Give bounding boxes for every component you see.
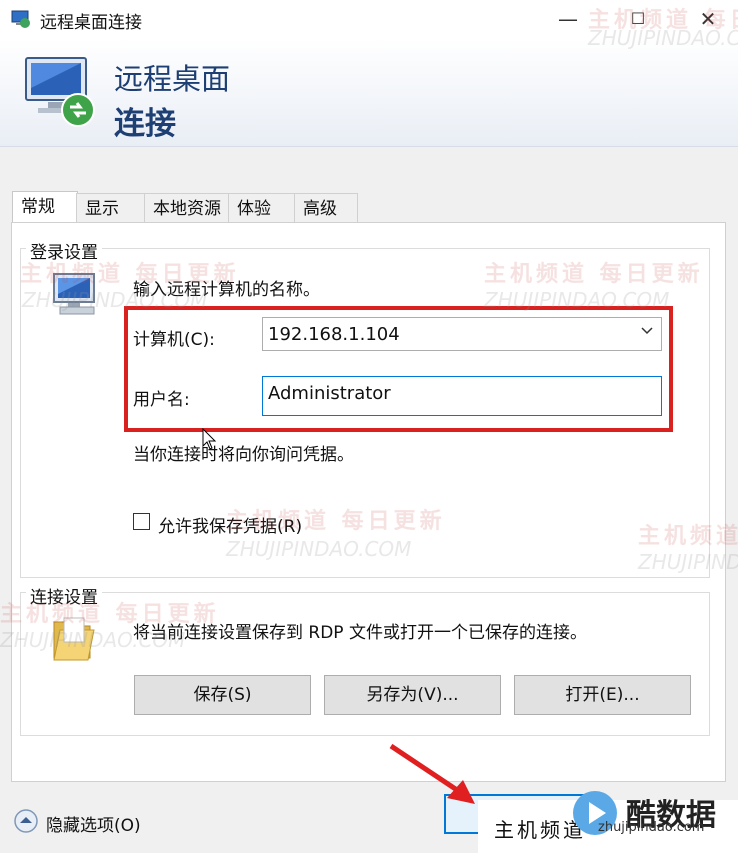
remote-desktop-logo-icon: [22, 52, 102, 137]
connection-settings-title: 连接设置: [26, 583, 102, 608]
hide-options-toggle-icon[interactable]: [13, 808, 39, 839]
open-button[interactable]: 打开(E)...: [514, 675, 691, 715]
minimize-button[interactable]: —: [538, 0, 598, 38]
save-credentials-checkbox[interactable]: [133, 513, 150, 530]
brand-watermark: 主机频道 酷数据 zhujipindao.com: [478, 791, 738, 853]
header-title-line2: 连接: [114, 106, 176, 142]
banner-header: 远程桌面 连接: [0, 38, 738, 147]
tab-advanced[interactable]: 高级: [294, 193, 358, 223]
title-bar: 远程桌面连接 — ☐ ✕: [0, 0, 738, 38]
save-credentials-label[interactable]: 允许我保存凭据(R): [158, 512, 302, 537]
save-button[interactable]: 保存(S): [134, 675, 311, 715]
brand-url: zhujipindao.com: [598, 820, 705, 835]
hide-options-label[interactable]: 隐藏选项(O): [46, 811, 141, 836]
close-button[interactable]: ✕: [678, 0, 738, 38]
connection-description: 将当前连接设置保存到 RDP 文件或打开一个已保存的连接。: [133, 623, 587, 643]
tab-general[interactable]: 常规: [12, 191, 78, 223]
tab-experience[interactable]: 体验: [228, 193, 296, 223]
save-as-button[interactable]: 另存为(V)...: [324, 675, 501, 715]
computer-icon: [50, 270, 102, 323]
red-arrow-icon: [385, 742, 485, 817]
maximize-button[interactable]: ☐: [608, 0, 668, 38]
highlight-box: [124, 306, 673, 432]
tab-local-resources[interactable]: 本地资源: [144, 193, 230, 223]
tab-display[interactable]: 显示: [76, 193, 146, 223]
header-title-line1: 远程桌面: [114, 62, 231, 96]
window-title: 远程桌面连接: [40, 13, 142, 33]
folder-icon: [50, 612, 96, 669]
login-settings-title: 登录设置: [26, 238, 102, 263]
remote-desktop-icon: [10, 8, 32, 35]
mouse-cursor-icon: [202, 427, 218, 457]
credential-note: 当你连接时将向你询问凭据。: [133, 445, 354, 465]
computer-instruction: 输入远程计算机的名称。: [133, 280, 320, 300]
